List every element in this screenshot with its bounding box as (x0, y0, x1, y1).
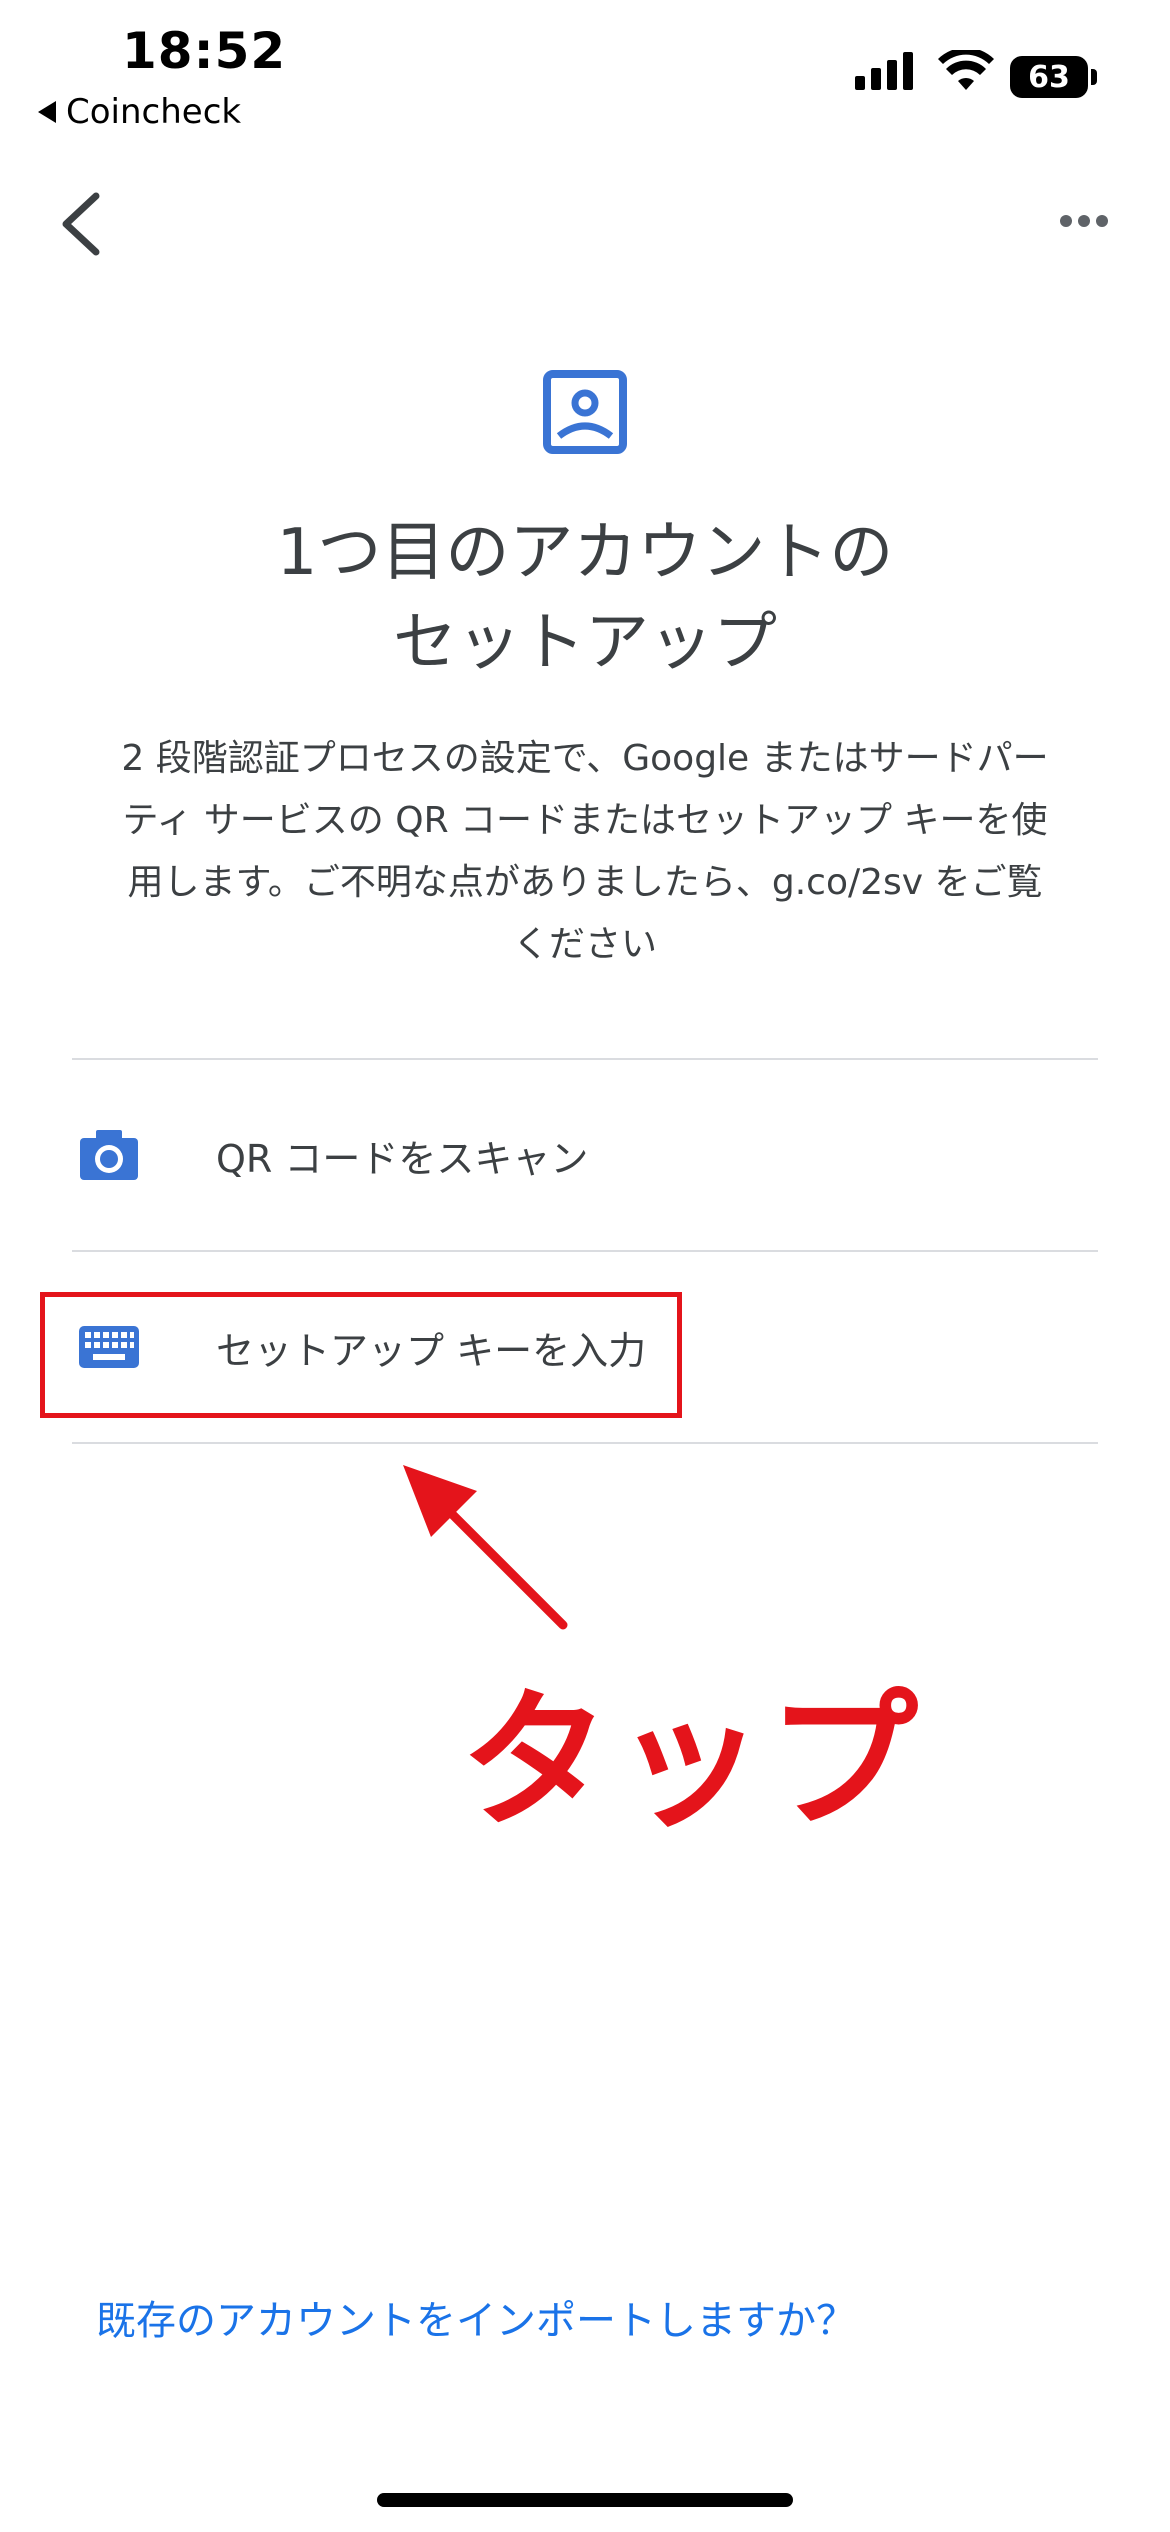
wifi-icon (938, 50, 994, 90)
battery-indicator: 63 (1010, 56, 1088, 98)
scan-qr-label: QR コードをスキャン (216, 1136, 589, 1181)
description: 2 段階認証プロセスの設定で、Google またはサードパー ティ サービスの … (121, 738, 1049, 965)
cellular-signal-icon (855, 52, 913, 90)
camera-icon (80, 1130, 138, 1180)
back-triangle-icon (38, 101, 56, 123)
scan-qr-option[interactable]: QR コードをスキャン (72, 1060, 1098, 1250)
back-app-label: Coincheck (66, 92, 242, 132)
tap-annotation: タップ (460, 1675, 923, 1849)
highlight-box (40, 1292, 682, 1418)
divider (72, 1442, 1098, 1444)
arrow-icon (403, 1465, 568, 1630)
import-accounts-link[interactable]: 既存のアカウントをインポートしますか？ (96, 2288, 856, 2346)
chevron-left-icon[interactable] (52, 188, 108, 260)
account-box-icon (543, 370, 627, 454)
home-indicator (377, 2493, 793, 2507)
battery-cap (1091, 69, 1097, 85)
back-to-app-link[interactable]: Coincheck (38, 92, 241, 132)
page-title: 1つ目のアカウントの セットアップ (276, 516, 894, 680)
more-horizontal-icon[interactable] (1060, 215, 1108, 227)
status-time: 18:52 (122, 22, 287, 80)
